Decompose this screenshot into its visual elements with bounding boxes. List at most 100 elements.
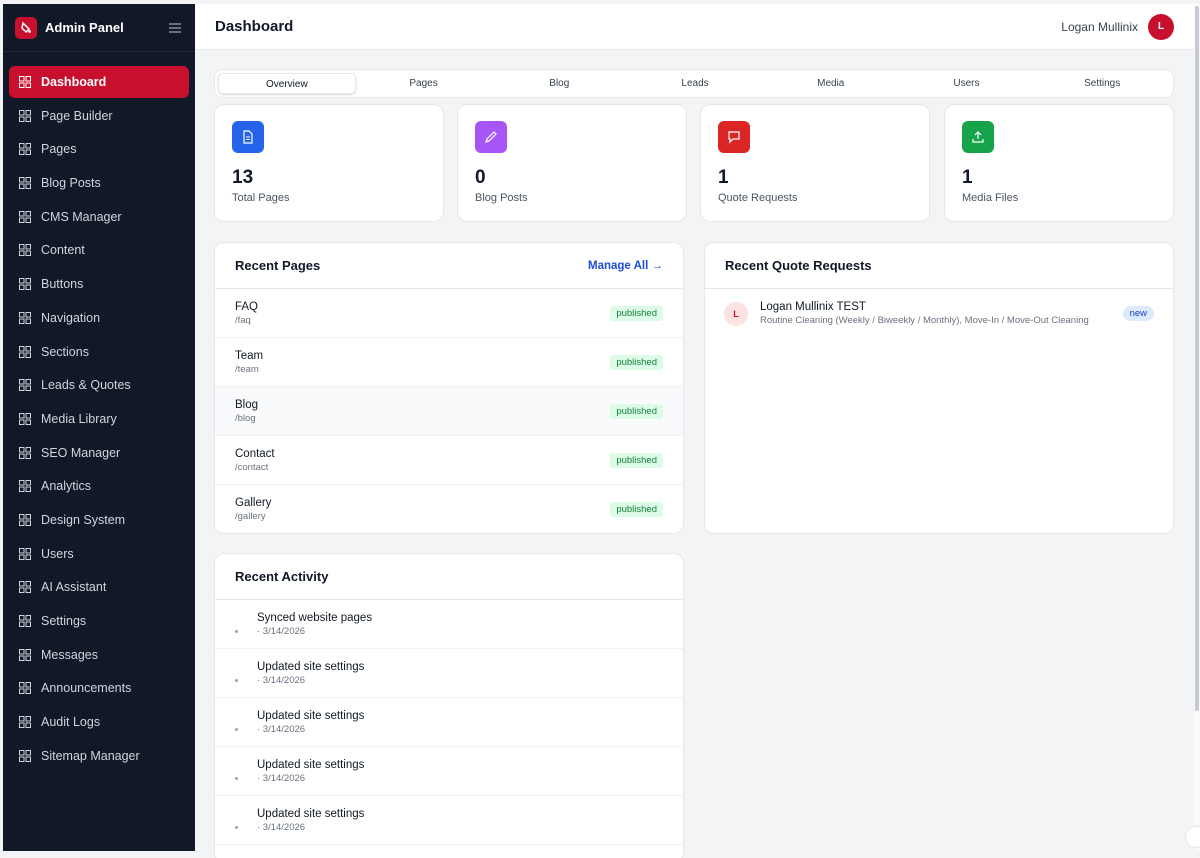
sidebar-item-label: Announcements: [41, 681, 132, 696]
sidebar-item-navigation[interactable]: Navigation: [9, 302, 189, 334]
activity-info: Updated site settings · 3/14/2026: [257, 661, 364, 686]
recent-activity-title: Recent Activity: [235, 569, 329, 584]
grid-icon: [19, 76, 31, 88]
stat-card-blog-posts[interactable]: 0 Blog Posts: [457, 104, 687, 222]
page-row[interactable]: FAQ/faq published: [215, 289, 683, 338]
sidebar-item-announcements[interactable]: Announcements: [9, 672, 189, 704]
grid-icon: [19, 615, 31, 627]
grid-icon: [19, 547, 31, 560]
page-name: FAQ: [235, 300, 259, 313]
activity-info: Updated site settings · 3/14/2026: [257, 808, 364, 833]
sidebar-item-page-builder[interactable]: Page Builder: [9, 100, 189, 132]
grid-icon: [19, 311, 31, 324]
quote-service: Routine Cleaning (Weekly / Biweekly / Mo…: [760, 315, 1089, 326]
grid-icon: [19, 480, 31, 493]
menu-toggle-icon[interactable]: [167, 20, 183, 36]
sidebar-item-settings[interactable]: Settings: [9, 605, 189, 637]
sidebar-item-seo-manager[interactable]: SEO Manager: [9, 437, 189, 469]
page-title: Dashboard: [215, 18, 294, 35]
page-row[interactable]: Contact/contact published: [215, 436, 683, 485]
sidebar-item-label: AI Assistant: [41, 580, 107, 595]
grid-icon: [19, 210, 31, 223]
sidebar-item-label: Page Builder: [41, 108, 113, 123]
page-row[interactable]: Blog/blog published: [215, 387, 683, 436]
sidebar-item-ai-assistant[interactable]: AI Assistant: [9, 571, 189, 603]
sidebar-item-sections[interactable]: Sections: [9, 336, 189, 368]
page-slug: /gallery: [235, 510, 266, 522]
top-bar: Dashboard Logan Mullinix L: [195, 4, 1194, 50]
quote-row[interactable]: L Logan Mullinix TEST Routine Cleaning (We…: [705, 289, 1173, 338]
sidebar-item-users[interactable]: Users: [9, 538, 189, 570]
user-avatar[interactable]: L: [1148, 13, 1174, 40]
sidebar-item-media-library[interactable]: Media Library: [9, 403, 189, 435]
activity-time: · 3/14/2026: [257, 723, 306, 735]
brand-logo-icon: [15, 16, 37, 39]
sidebar-item-blog-posts[interactable]: Blog Posts: [9, 167, 189, 199]
stat-card-quote-requests[interactable]: 1 Quote Requests: [700, 104, 930, 222]
sidebar-item-messages[interactable]: Messages: [9, 639, 189, 671]
activity-dot-icon: [235, 727, 238, 731]
sidebar-item-label: Sitemap Manager: [41, 748, 140, 763]
sidebar-item-label: Messages: [41, 647, 98, 662]
status-badge: published: [610, 305, 663, 321]
scrollbar-thumb[interactable]: [1195, 6, 1199, 711]
recent-pages-panel: Recent Pages Manage All → FAQ/faq publish…: [214, 242, 684, 534]
sidebar-item-sitemap-manager[interactable]: Sitemap Manager: [9, 740, 189, 772]
sidebar-item-analytics[interactable]: Analytics: [9, 470, 189, 502]
grid-icon: [19, 648, 31, 661]
page-info: Contact/contact: [235, 448, 610, 473]
tab-overview[interactable]: Overview: [218, 73, 356, 94]
sidebar-item-leads-quotes[interactable]: Leads & Quotes: [9, 369, 189, 401]
tab-pages[interactable]: Pages: [356, 73, 492, 94]
quote-name: Logan Mullinix TEST: [760, 301, 866, 313]
page-name: Blog: [235, 398, 259, 411]
stat-value: 0: [475, 167, 486, 188]
sidebar-item-label: Dashboard: [41, 75, 107, 89]
manage-all-link[interactable]: Manage All →: [588, 260, 663, 272]
sidebar-item-label: Design System: [41, 512, 126, 527]
quote-info: Logan Mullinix TEST Routine Cleaning (Wee…: [760, 301, 1123, 326]
grid-icon: [19, 749, 31, 762]
activity-text: Updated site settings: [257, 709, 365, 722]
stat-label: Blog Posts: [475, 192, 528, 204]
upload-icon: [962, 121, 994, 153]
stat-card-total-pages[interactable]: 13 Total Pages: [214, 104, 444, 222]
sidebar-item-pages[interactable]: Pages: [9, 133, 189, 165]
activity-time: · 3/14/2026: [257, 772, 306, 784]
sidebar-item-buttons[interactable]: Buttons: [9, 268, 189, 300]
sidebar-item-content[interactable]: Content: [9, 234, 189, 266]
stat-label: Quote Requests: [718, 192, 798, 204]
tab-media[interactable]: Media: [763, 73, 899, 94]
tab-users[interactable]: Users: [899, 73, 1035, 94]
tab-settings[interactable]: Settings: [1034, 73, 1170, 94]
sidebar-item-audit-logs[interactable]: Audit Logs: [9, 706, 189, 738]
status-badge: published: [610, 501, 663, 517]
sidebar-item-design-system[interactable]: Design System: [9, 504, 189, 536]
app-title: Admin Panel: [45, 20, 124, 35]
activity-dot-icon: [235, 678, 238, 682]
status-badge: published: [610, 452, 663, 468]
tab-leads[interactable]: Leads: [627, 73, 763, 94]
sidebar-item-label: SEO Manager: [41, 445, 121, 460]
page-info: Gallery/gallery: [235, 497, 610, 522]
page-name: Gallery: [235, 496, 272, 509]
page-row[interactable]: Team/team published: [215, 338, 683, 387]
grid-icon: [19, 446, 31, 459]
grid-icon: [19, 379, 31, 392]
activity-row: Updated site settings · 3/14/2026: [215, 698, 683, 747]
activity-info: Updated site settings · 3/14/2026: [257, 710, 364, 735]
tab-blog[interactable]: Blog: [491, 73, 627, 94]
sidebar-item-dashboard[interactable]: Dashboard: [9, 66, 189, 98]
stat-value: 1: [962, 167, 973, 188]
page-row[interactable]: Gallery/gallery published: [215, 485, 683, 533]
activity-info: Synced website pages · 3/14/2026: [257, 612, 372, 637]
grid-icon: [19, 513, 31, 526]
help-widget-icon[interactable]: [1185, 826, 1200, 848]
activity-dot-icon: [235, 776, 238, 780]
sidebar-item-cms-manager[interactable]: CMS Manager: [9, 201, 189, 233]
sidebar-nav: Dashboard Page Builder Pages Blog Posts CMS …: [3, 52, 195, 772]
status-badge: published: [610, 403, 663, 419]
stat-label: Total Pages: [232, 192, 290, 204]
page-name: Team: [235, 349, 264, 362]
stat-card-media-files[interactable]: 1 Media Files: [944, 104, 1174, 222]
